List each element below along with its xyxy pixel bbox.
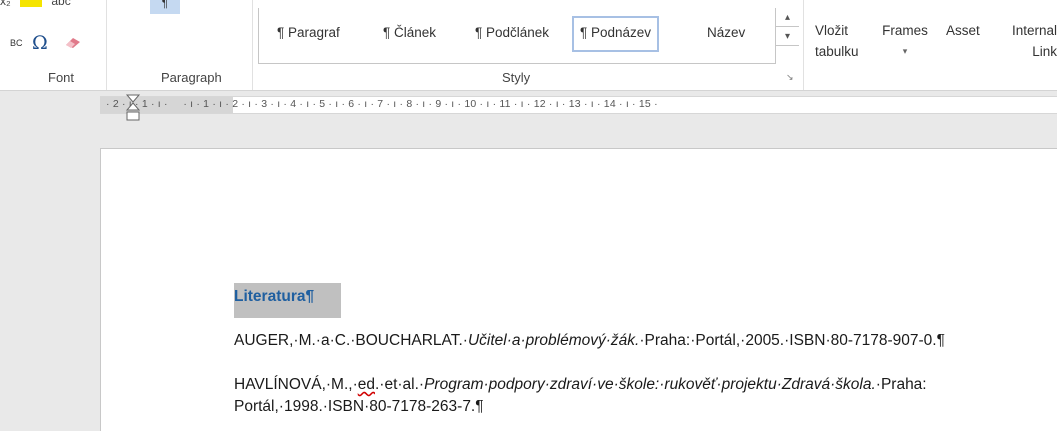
- subscript-button[interactable]: x₂: [0, 0, 11, 8]
- chevron-down-icon: ▾: [902, 46, 908, 56]
- styles-gallery: ¶ Paragraf ¶ Článek ¶ Podčlánek ¶ Podnáz…: [258, 8, 799, 64]
- clear-formatting-icon[interactable]: [64, 36, 82, 48]
- frames-button[interactable]: Frames ▾: [880, 20, 930, 62]
- styles-scroll-down-button[interactable]: ▾: [776, 27, 799, 46]
- insert-table-button[interactable]: Vložit tabulku: [815, 20, 859, 62]
- small-caps-button[interactable]: BC: [10, 38, 23, 48]
- spelling-error-ed: ed: [357, 376, 375, 393]
- internal-link-button[interactable]: Internal Link: [989, 20, 1057, 62]
- heading-literatura: Literatura¶: [234, 283, 341, 318]
- ribbon: x₂ abc BC Ω Font ¶ Paragraph ¶ Paragraf …: [0, 0, 1057, 91]
- indent-marker-icon[interactable]: [126, 94, 140, 124]
- styles-dialog-launcher-icon[interactable]: ↘: [786, 72, 794, 83]
- asset-label: Asset: [946, 23, 980, 38]
- reference-2-authors-rest: .·et·al.·: [374, 376, 425, 393]
- reference-1-title: Učitel·a·problémový·žák.: [467, 332, 640, 349]
- reference-2-rest: ·Praha:: [875, 376, 927, 393]
- font-top-row: x₂ abc: [0, 0, 71, 8]
- asset-button[interactable]: Asset: [946, 20, 980, 41]
- strikethrough-button[interactable]: abc: [51, 0, 70, 8]
- styles-gallery-scroll: ▴ ▾: [775, 8, 799, 64]
- font-group-label: Font: [48, 70, 75, 85]
- group-divider: [803, 0, 804, 90]
- styles-group-label: Styly: [502, 70, 531, 85]
- reference-2-title: Program·podpory·zdraví·ve·škole:·rukověť…: [424, 376, 876, 393]
- group-divider: [252, 0, 253, 90]
- ruler-ticks: · 2 · ı · 1 · ı · · ı · 1 · ı · 2 · ı · …: [106, 98, 658, 110]
- style-nazev[interactable]: Název: [701, 18, 751, 54]
- reference-1: AUGER,·M.·a·C.·BOUCHARLAT.·Učitel·a·prob…: [234, 330, 945, 352]
- reference-2: HAVLÍNOVÁ,·M.,·ed.·et·al.·Program·podpor…: [234, 374, 927, 418]
- horizontal-ruler: · 2 · ı · 1 · ı · · ı · 1 · ı · 2 · ı · …: [0, 92, 1057, 122]
- ruler-strip[interactable]: · 2 · ı · 1 · ı · · ı · 1 · ı · 2 · ı · …: [100, 96, 1057, 114]
- paragraph-group-label: Paragraph: [161, 70, 222, 85]
- document-page[interactable]: Literatura¶ AUGER,·M.·a·C.·BOUCHARLAT.·U…: [100, 148, 1057, 431]
- text-highlight-color-icon[interactable]: [20, 0, 43, 7]
- style-clanek[interactable]: ¶ Článek: [377, 18, 442, 54]
- internal-link-label-line2: Link: [1032, 44, 1057, 59]
- show-formatting-marks-button[interactable]: ¶: [150, 0, 180, 14]
- insert-symbol-icon[interactable]: Ω: [32, 32, 48, 54]
- frames-label: Frames: [882, 23, 928, 38]
- reference-1-rest: ·Praha:·Portál,·2005.·ISBN·80-7178-907-0…: [639, 332, 945, 349]
- reference-2-line2: Portál,·1998.·ISBN·80-7178-263-7.¶: [234, 398, 484, 415]
- group-divider: [106, 0, 107, 90]
- style-podnazev[interactable]: ¶ Podnázev: [572, 16, 660, 52]
- reference-1-authors: AUGER,·M.·a·C.·BOUCHARLAT.·: [234, 332, 468, 349]
- style-podclanek[interactable]: ¶ Podčlánek: [469, 18, 555, 54]
- insert-table-label-line2: tabulku: [815, 44, 859, 59]
- reference-2-authors: HAVLÍNOVÁ,·M.,·: [234, 376, 358, 393]
- insert-table-label-line1: Vložit: [815, 23, 849, 38]
- internal-link-label-line1: Internal: [1011, 23, 1057, 38]
- style-paragraf[interactable]: ¶ Paragraf: [271, 18, 346, 54]
- styles-scroll-up-button[interactable]: ▴: [776, 8, 799, 27]
